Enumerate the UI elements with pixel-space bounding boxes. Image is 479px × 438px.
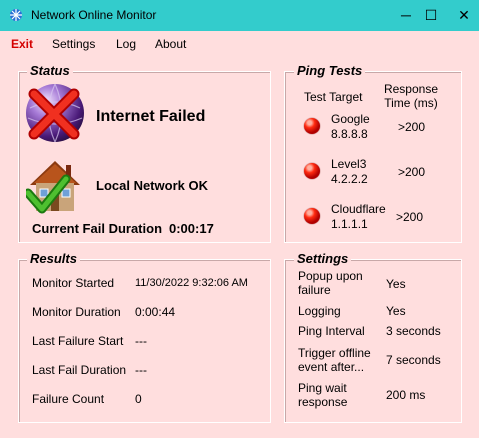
ping-wait-label-line1: Ping wait xyxy=(298,381,347,395)
ping-target-name: Level3 xyxy=(331,157,367,171)
popup-value: Yes xyxy=(386,277,406,291)
ping-tests-group-title: Ping Tests xyxy=(294,63,366,78)
ping-response-time: >200 xyxy=(396,210,424,224)
title-bar: Network Online Monitor ─ ☐ ✕ xyxy=(0,0,479,31)
ping-interval-label: Ping Interval xyxy=(298,324,365,338)
google-status-dot xyxy=(304,118,320,134)
fail-duration-label: Current Fail Duration xyxy=(32,221,163,236)
app-network-icon xyxy=(10,9,22,21)
col-response-line2: Time (ms) xyxy=(384,96,438,110)
last-failure-start-value: --- xyxy=(135,334,147,348)
ping-wait-label-line2: response xyxy=(298,395,348,409)
minimize-icon[interactable]: ─ xyxy=(395,4,417,26)
close-icon[interactable]: ✕ xyxy=(453,4,475,26)
popup-label-line2: failure xyxy=(298,283,331,297)
last-failure-start-label: Last Failure Start xyxy=(32,334,124,348)
ping-response-time: >200 xyxy=(398,120,426,134)
status-group-title: Status xyxy=(27,63,73,78)
trigger-label-line2: event after... xyxy=(298,360,365,374)
internet-failed-globe-icon xyxy=(26,83,84,143)
ping-target-name: Cloudflare xyxy=(331,202,386,216)
fail-duration-value: 0:00:17 xyxy=(169,221,214,236)
ping-wait-value: 200 ms xyxy=(386,388,426,402)
trigger-label-line1: Trigger offline xyxy=(298,346,371,360)
internet-status-text: Internet Failed xyxy=(96,108,206,125)
monitor-duration-label: Monitor Duration xyxy=(32,305,121,319)
menu-exit[interactable]: Exit xyxy=(11,37,33,51)
ping-target-ip: 4.2.2.2 xyxy=(331,172,368,186)
ping-target-ip: 1.1.1.1 xyxy=(331,217,368,231)
col-test-target: Test Target xyxy=(304,90,363,104)
settings-group-title: Settings xyxy=(294,251,352,266)
maximize-icon[interactable]: ☐ xyxy=(420,4,442,26)
monitor-started-value: 11/30/2022 9:32:06 AM xyxy=(135,277,248,289)
monitor-started-label: Monitor Started xyxy=(32,276,115,290)
cloudflare-status-dot xyxy=(304,208,320,224)
menu-settings[interactable]: Settings xyxy=(52,37,95,51)
local-network-status-text: Local Network OK xyxy=(96,178,208,193)
ping-interval-value: 3 seconds xyxy=(386,324,441,338)
menu-about[interactable]: About xyxy=(155,37,186,51)
menu-log[interactable]: Log xyxy=(116,37,136,51)
failure-count-value: 0 xyxy=(135,392,142,406)
local-network-ok-house-icon xyxy=(26,161,80,214)
last-fail-duration-value: --- xyxy=(135,363,147,377)
monitor-duration-value: 0:00:44 xyxy=(135,305,176,319)
last-fail-duration-label: Last Fail Duration xyxy=(32,363,127,377)
results-group-title: Results xyxy=(27,251,80,266)
col-response-line1: Response xyxy=(383,82,439,96)
popup-label-line1: Popup upon xyxy=(298,269,363,283)
window-title: Network Online Monitor xyxy=(31,8,157,22)
logging-value: Yes xyxy=(386,304,406,318)
trigger-value: 7 seconds xyxy=(386,353,441,367)
ping-target-ip: 8.8.8.8 xyxy=(331,127,368,141)
logging-label: Logging xyxy=(298,304,341,318)
level3-status-dot xyxy=(304,163,320,179)
ping-response-time: >200 xyxy=(398,165,426,179)
ping-target-name: Google xyxy=(331,112,370,126)
failure-count-label: Failure Count xyxy=(32,392,105,406)
